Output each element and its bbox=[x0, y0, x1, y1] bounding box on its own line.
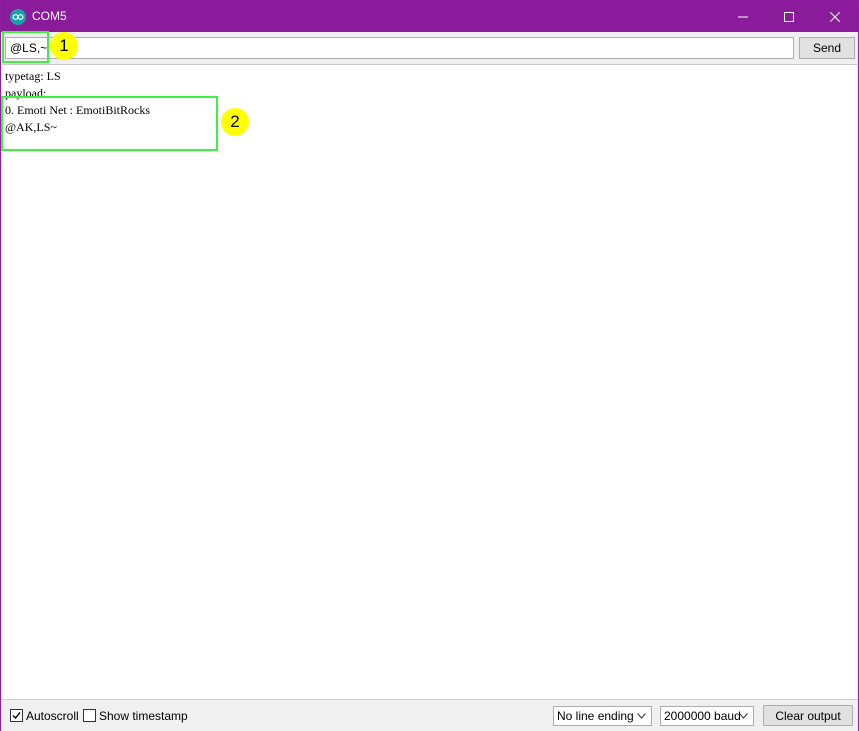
show-timestamp-label[interactable]: Show timestamp bbox=[99, 709, 188, 723]
maximize-icon bbox=[784, 11, 794, 22]
window-title: COM5 bbox=[32, 9, 67, 23]
command-input[interactable]: @LS,~ bbox=[5, 37, 794, 59]
output-line: typetag: LS bbox=[5, 69, 61, 83]
close-button[interactable] bbox=[812, 1, 858, 32]
line-ending-value: No line ending bbox=[557, 709, 634, 723]
annotation-marker-2: 2 bbox=[221, 108, 249, 136]
serial-output-area[interactable]: typetag: LS payload: 0. Emoti Net : Emot… bbox=[2, 64, 857, 699]
checkmark-icon bbox=[12, 712, 21, 720]
baud-rate-select[interactable]: 2000000 baud bbox=[660, 706, 754, 726]
minimize-button[interactable] bbox=[720, 1, 766, 32]
arduino-logo-icon bbox=[10, 9, 26, 25]
line-ending-select[interactable]: No line ending bbox=[553, 706, 652, 726]
title-bar[interactable]: COM5 bbox=[1, 1, 858, 32]
clear-output-button[interactable]: Clear output bbox=[763, 705, 853, 726]
minimize-icon bbox=[738, 16, 748, 17]
autoscroll-checkbox[interactable] bbox=[10, 709, 23, 722]
chevron-down-icon bbox=[637, 713, 646, 719]
highlight-box-command bbox=[2, 31, 49, 63]
autoscroll-label[interactable]: Autoscroll bbox=[26, 709, 79, 723]
show-timestamp-checkbox[interactable] bbox=[83, 709, 96, 722]
close-icon bbox=[830, 11, 840, 22]
highlight-box-output bbox=[1, 96, 218, 151]
chevron-down-icon bbox=[739, 713, 748, 719]
maximize-button[interactable] bbox=[766, 1, 812, 32]
baud-rate-value: 2000000 baud bbox=[664, 709, 741, 723]
send-button[interactable]: Send bbox=[799, 37, 855, 59]
annotation-marker-1: 1 bbox=[50, 32, 78, 60]
status-bar: Autoscroll Show timestamp No line ending… bbox=[1, 699, 858, 731]
command-row: @LS,~ Send bbox=[1, 32, 858, 64]
